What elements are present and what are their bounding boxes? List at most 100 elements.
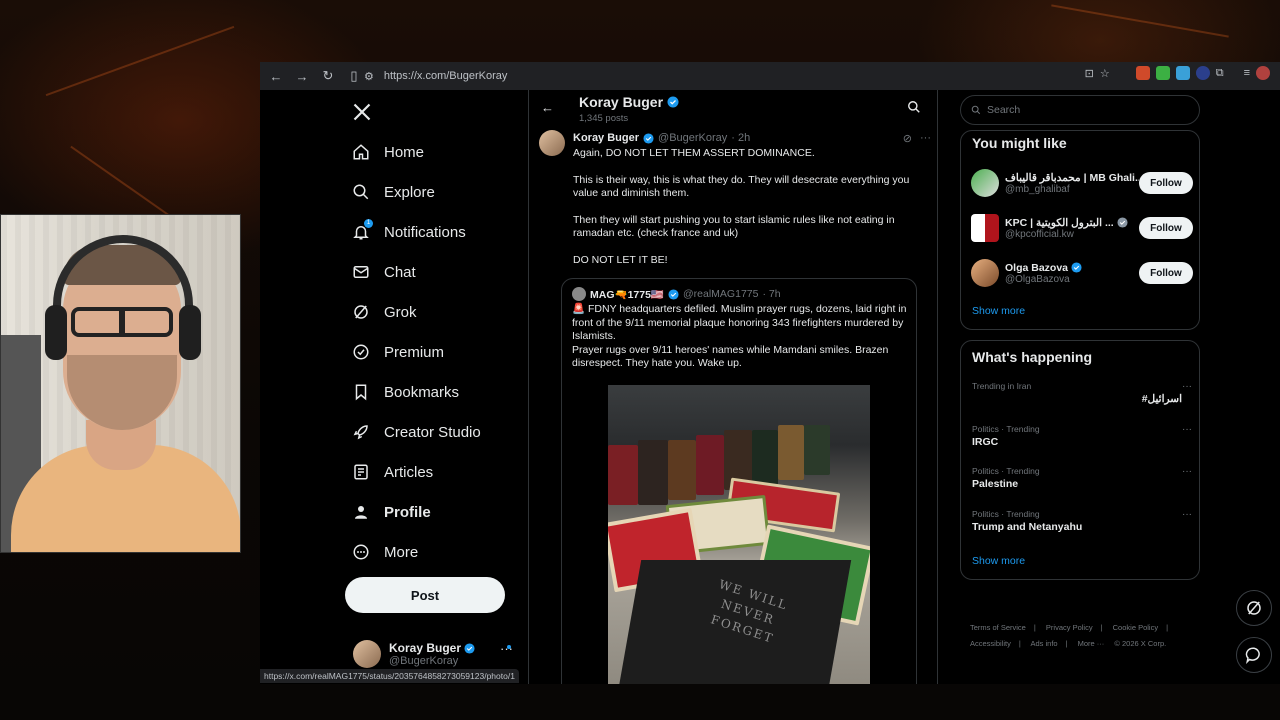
footer-link[interactable]: More ··· (1078, 639, 1105, 648)
tweet-time[interactable]: · 2h (731, 132, 750, 144)
tweet-paragraph: Again, DO NOT LET THEM ASSERT DOMINANCE. (573, 147, 815, 159)
x-logo-icon[interactable] (352, 102, 372, 128)
footer-link[interactable]: Privacy Policy (1046, 623, 1093, 632)
bookmark-star-icon[interactable]: ☆ (1100, 67, 1110, 80)
search-icon[interactable] (907, 100, 921, 119)
show-more-link[interactable]: Show more (972, 555, 1025, 567)
follow-button[interactable]: Follow (1139, 217, 1193, 239)
extension-red-icon[interactable] (1135, 66, 1150, 80)
back-arrow-icon[interactable]: ← (541, 100, 554, 115)
footer-link[interactable]: Cookie Policy (1113, 623, 1158, 632)
search-icon (353, 184, 369, 200)
trend-item[interactable]: Politics · Trending Trump and Netanyahu … (972, 509, 1192, 533)
suggestion-item[interactable]: KPC | البترول الكويتية ... @kpcofficial.… (971, 212, 1193, 244)
nav-grok[interactable]: Grok (352, 297, 417, 327)
card-title: What's happening (972, 349, 1092, 365)
extensions-puzzle-icon[interactable]: ⧉ (1216, 67, 1224, 80)
footer-link[interactable]: Accessibility (970, 639, 1011, 648)
suggestion-handle: @mb_ghalibaf (1005, 183, 1070, 195)
footer-link[interactable]: Terms of Service (970, 623, 1026, 632)
follow-button[interactable]: Follow (1139, 172, 1193, 194)
more-dots-icon[interactable]: ··· (1182, 509, 1192, 520)
account-switcher[interactable]: Koray Buger @BugerKoray ··· (353, 637, 523, 671)
profile-avatar-icon[interactable] (1256, 66, 1270, 80)
avatar[interactable] (539, 130, 565, 156)
avatar (971, 259, 999, 287)
trend-title: Palestine (972, 478, 1019, 490)
media-icon[interactable]: ≡ (1244, 67, 1250, 79)
trend-item[interactable]: Trending in Iran #اسرائیل ··· (972, 381, 1192, 405)
more-dots-icon[interactable]: ··· (1182, 381, 1192, 392)
tweet-paragraph: DO NOT LET IT BE! (573, 253, 668, 266)
quote-text: 🚨 FDNY headquarters defiled. Muslim pray… (572, 303, 912, 371)
nav-creator-studio[interactable]: Creator Studio (352, 417, 481, 447)
card-title: You might like (972, 135, 1067, 151)
you-might-like-card: You might like محمدباقر قالیباف | MB Gha… (960, 130, 1200, 330)
nav-more[interactable]: More (352, 537, 418, 567)
tweet-author-handle[interactable]: @BugerKoray (658, 132, 727, 144)
quote-photo[interactable]: WE WILL NEVER FORGET (608, 385, 870, 684)
trend-item[interactable]: Politics · Trending Palestine ··· (972, 466, 1192, 490)
browser-window: ← → ↻ ▯ ⚙ https://x.com/BugerKoray ⊡ ☆ ⧉… (260, 62, 1280, 684)
search-icon (971, 105, 981, 115)
profile-name: Koray Buger (579, 94, 664, 110)
verified-badge-icon (643, 132, 654, 144)
verified-badge-icon (668, 288, 679, 300)
grok-action-icon[interactable]: ⊘ (903, 132, 912, 145)
nav-label: Explore (384, 183, 435, 201)
verified-icon (353, 344, 369, 360)
install-icon[interactable]: ⊡ (1085, 67, 1094, 80)
nav-premium[interactable]: Premium (352, 337, 444, 367)
nav-label: More (384, 543, 419, 561)
more-dots-icon[interactable]: ··· (500, 641, 513, 656)
suggestion-item[interactable]: محمدباقر قالیباف | MB Ghali... @mb_ghali… (971, 167, 1193, 199)
nav-label: Premium (384, 343, 445, 361)
nav-profile[interactable]: Profile (352, 497, 431, 527)
main-timeline: ← Koray Buger 1,345 posts Koray Buger @B… (528, 90, 938, 684)
forward-arrow-icon[interactable]: → (290, 64, 314, 88)
quoted-tweet[interactable]: MAG🔫1775🇺🇸 @realMAG1775 · 7h 🚨 FDNY head… (561, 278, 917, 684)
nav-bookmarks[interactable]: Bookmarks (352, 377, 459, 407)
search-input[interactable]: Search (960, 95, 1200, 125)
nav-label: Bookmarks (384, 383, 460, 401)
extension-navy-icon[interactable] (1195, 66, 1210, 80)
more-dots-icon[interactable]: ··· (1182, 424, 1192, 435)
more-dots-icon[interactable]: ··· (1182, 466, 1192, 477)
post-count: 1,345 posts (579, 113, 629, 124)
reload-icon[interactable]: ↻ (316, 64, 340, 88)
footer-link[interactable]: Ads info (1030, 639, 1057, 648)
avatar (971, 169, 999, 197)
trend-context: Trending in Iran (972, 381, 1032, 391)
nav-home[interactable]: Home (352, 137, 424, 167)
quote-text-line: 🚨 FDNY headquarters defiled. Muslim pray… (572, 303, 907, 342)
site-settings-icon[interactable]: ⚙ (364, 70, 374, 83)
suggestion-handle: @OlgaBazova (1005, 273, 1070, 285)
follow-button[interactable]: Follow (1139, 262, 1193, 284)
trend-item[interactable]: Politics · Trending IRGC ··· (972, 424, 1192, 448)
quote-author-handle: @realMAG1775 (683, 288, 759, 300)
show-more-link[interactable]: Show more (972, 305, 1025, 317)
split-view-icon[interactable]: ▯ (342, 64, 366, 88)
extension-blue-icon[interactable] (1175, 66, 1190, 80)
article-icon (354, 464, 368, 480)
tweet-author-name[interactable]: Koray Buger (573, 132, 639, 144)
grok-fab-icon[interactable] (1236, 590, 1272, 626)
nav-notifications[interactable]: 1 Notifications (352, 217, 466, 247)
back-arrow-icon[interactable]: ← (264, 64, 288, 88)
chat-fab-icon[interactable] (1236, 637, 1272, 673)
suggestion-name: محمدباقر قالیباف | MB Ghali... (1005, 171, 1139, 184)
home-icon (353, 144, 369, 160)
account-handle: @BugerKoray (389, 655, 459, 667)
nav-articles[interactable]: Articles (352, 457, 433, 487)
more-dots-icon[interactable]: ··· (920, 132, 931, 145)
nav-chat[interactable]: Chat (352, 257, 416, 287)
footer-links: Terms of Service | Privacy Policy | Cookie… (970, 620, 1200, 652)
suggestion-item[interactable]: Olga Bazova @OlgaBazova Follow (971, 257, 1193, 289)
footer-separator: | (1018, 639, 1021, 648)
nav-explore[interactable]: Explore (352, 177, 435, 207)
address-bar[interactable]: ⚙ https://x.com/BugerKoray (364, 65, 1064, 87)
whats-happening-card: What's happening Trending in Iran #اسرائ… (960, 340, 1200, 580)
trend-context: Politics · Trending (972, 466, 1040, 476)
post-button[interactable]: Post (345, 577, 505, 613)
extension-green-icon[interactable] (1155, 66, 1170, 80)
